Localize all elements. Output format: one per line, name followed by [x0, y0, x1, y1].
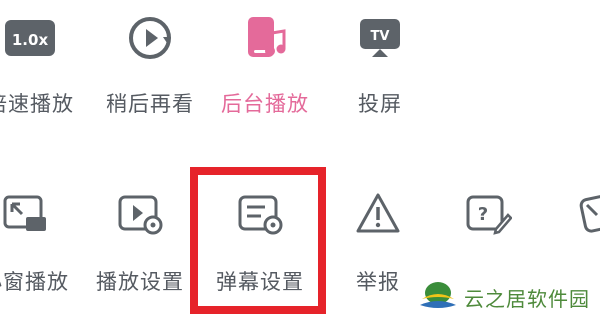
report-label: 举报 — [356, 270, 400, 294]
feedback-edit-icon: ? — [459, 190, 515, 238]
play-settings-icon — [112, 190, 168, 238]
cast-screen-label: 投屏 — [358, 92, 402, 116]
watermark: 云之居软件园 — [418, 279, 590, 315]
background-play-option[interactable]: 后台播放 — [210, 14, 320, 118]
speed-play-option[interactable]: 1.0x 倍速播放 — [0, 14, 85, 118]
report-option[interactable]: 举报 — [323, 190, 433, 296]
more-cut-icon — [572, 190, 600, 238]
background-play-icon — [237, 14, 293, 62]
cast-screen-option[interactable]: TV 投屏 — [325, 14, 435, 118]
watch-later-option[interactable]: 稍后再看 — [95, 14, 205, 118]
more-option[interactable] — [545, 190, 600, 266]
mini-window-option[interactable]: 小窗播放 — [0, 190, 80, 296]
highlight-box — [190, 167, 326, 314]
watermark-text: 云之居软件园 — [464, 286, 590, 311]
play-settings-option[interactable]: 播放设置 — [85, 190, 195, 296]
background-play-label: 后台播放 — [221, 92, 309, 116]
play-settings-label: 播放设置 — [96, 270, 184, 294]
feedback-icon-text: ? — [478, 204, 488, 225]
cast-tv-icon: TV — [352, 14, 408, 62]
speed-play-label: 倍速播放 — [0, 92, 74, 116]
mini-window-label: 小窗播放 — [0, 270, 69, 294]
report-warning-icon — [350, 190, 406, 238]
feedback-option[interactable]: ? — [432, 190, 542, 266]
speed-icon-text: 1.0x — [12, 31, 49, 49]
tv-icon-text: TV — [371, 29, 390, 44]
watch-later-label: 稍后再看 — [106, 92, 194, 116]
watermark-logo-icon — [420, 282, 456, 308]
watch-later-icon — [122, 14, 178, 62]
picture-in-picture-icon — [0, 190, 53, 238]
speed-1x-icon: 1.0x — [2, 14, 58, 62]
